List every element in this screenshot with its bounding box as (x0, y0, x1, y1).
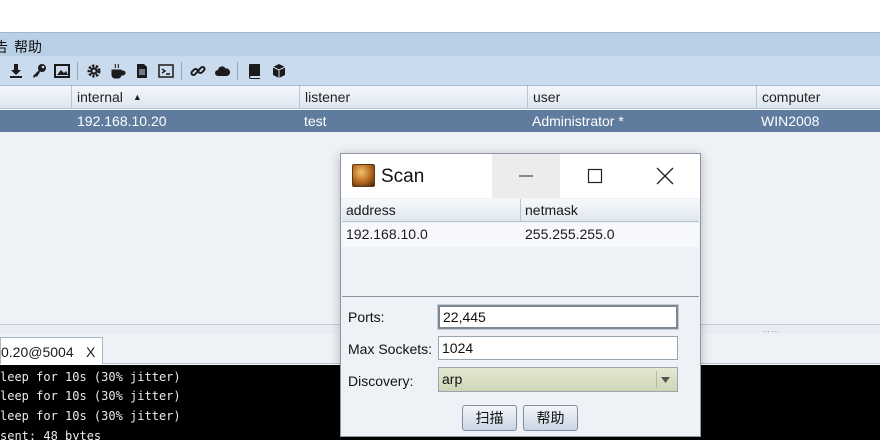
column-user[interactable]: user (527, 86, 757, 109)
cloud-icon[interactable] (213, 62, 231, 80)
help-button[interactable]: 帮助 (523, 405, 578, 431)
max-sockets-input[interactable] (438, 336, 678, 360)
console-line: leep for 10s (30% jitter) (0, 409, 181, 423)
menu-item-help[interactable]: 帮助 (14, 37, 42, 57)
ports-label: Ports: (348, 309, 385, 325)
coffee-icon[interactable] (109, 62, 127, 80)
discovery-select[interactable]: arp (438, 367, 678, 392)
column-netmask[interactable]: netmask (520, 199, 699, 222)
column-internal[interactable]: internal ▲ (71, 86, 300, 109)
close-button[interactable] (631, 154, 699, 198)
link-icon[interactable] (189, 62, 207, 80)
document-icon[interactable] (133, 62, 151, 80)
table-row[interactable]: 192.168.10.0 255.255.255.0 (342, 223, 699, 247)
column-address[interactable]: address (342, 199, 520, 222)
download-icon[interactable] (7, 62, 25, 80)
maximize-icon (587, 168, 603, 184)
image-icon[interactable] (53, 62, 71, 80)
sessions-table-header: internal ▲ listener user computer (0, 86, 880, 109)
terminal-icon[interactable] (157, 62, 175, 80)
toolbar (0, 56, 880, 86)
dialog-titlebar[interactable]: Scan (341, 154, 700, 198)
toolbar-separator (77, 62, 78, 80)
column-label: internal (77, 89, 123, 105)
cell-address: 192.168.10.0 (346, 226, 428, 242)
scan-dialog: Scan address netmask 192.168.10.0 255.25… (340, 153, 701, 437)
minimize-icon (519, 175, 533, 177)
column-computer[interactable]: computer (756, 86, 880, 109)
book-icon[interactable] (246, 62, 264, 80)
targets-table-header: address netmask (342, 199, 699, 222)
cell-listener: test (304, 113, 327, 129)
tab-beacon[interactable]: 0.20@5004 X (0, 337, 103, 364)
console-line: sent: 48 bytes (0, 429, 102, 440)
menu-item-report[interactable]: 告 (0, 37, 8, 57)
targets-table-body: 192.168.10.0 255.255.255.0 (342, 223, 699, 297)
discovery-selected-value: arp (442, 371, 463, 387)
key-icon[interactable] (30, 62, 48, 80)
column-listener[interactable]: listener (299, 86, 528, 109)
dialog-title: Scan (381, 166, 425, 187)
app-logo-icon (352, 164, 375, 187)
console-line: leep for 10s (30% jitter) (0, 370, 181, 384)
close-icon (656, 167, 674, 185)
discovery-label: Discovery: (348, 373, 414, 389)
console-line: leep for 10s (30% jitter) (0, 389, 181, 403)
menu-bar: 告 帮助 (0, 32, 880, 56)
scan-button[interactable]: 扫描 (462, 405, 517, 431)
minimize-button[interactable] (492, 154, 560, 198)
tab-close-button[interactable]: X (86, 344, 95, 360)
chevron-down-icon[interactable] (656, 371, 674, 388)
table-row[interactable]: 192.168.10.20 test Administrator * WIN20… (0, 110, 880, 132)
toolbar-separator (237, 62, 238, 80)
cell-computer: WIN2008 (761, 113, 820, 129)
sort-asc-icon: ▲ (132, 92, 142, 102)
toolbar-separator (181, 62, 182, 80)
ports-input[interactable] (437, 304, 679, 330)
tab-label: 0.20@5004 (1, 344, 74, 360)
cube-icon[interactable] (270, 62, 288, 80)
cell-internal: 192.168.10.20 (77, 113, 167, 129)
cell-netmask: 255.255.255.0 (525, 226, 615, 242)
maximize-button[interactable] (561, 154, 629, 198)
cell-user: Administrator * (532, 113, 624, 129)
gear-icon[interactable] (85, 62, 103, 80)
max-sockets-label: Max Sockets: (348, 341, 433, 357)
